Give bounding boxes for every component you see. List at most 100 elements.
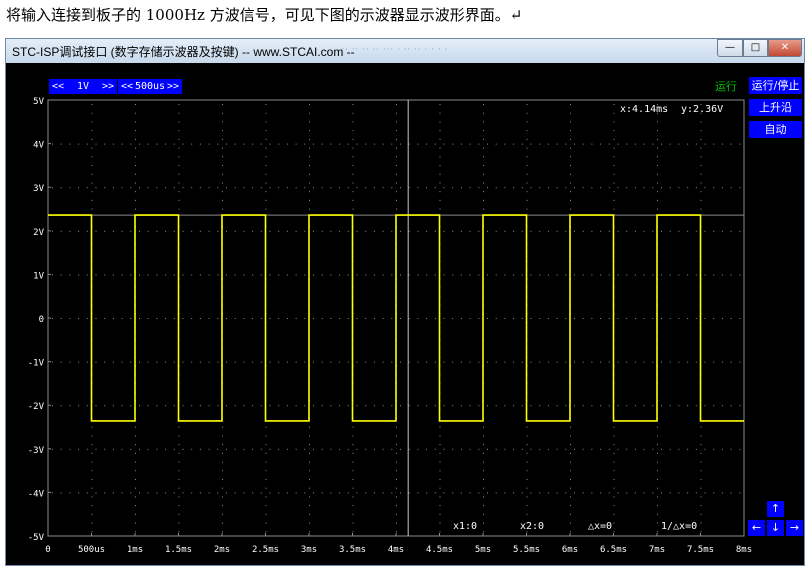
grid-dot xyxy=(222,199,223,201)
grid-dot xyxy=(178,496,180,498)
grid-dot xyxy=(547,361,549,363)
grid-dot xyxy=(452,274,454,276)
grid-dot xyxy=(526,487,528,489)
grid-dot xyxy=(700,487,702,489)
grid-dot xyxy=(178,461,180,463)
grid-dot xyxy=(135,138,136,140)
grid-dot xyxy=(434,361,436,363)
grid-dot xyxy=(570,121,571,123)
grid-dot xyxy=(135,478,136,480)
grid-dot xyxy=(739,230,741,232)
grid-dot xyxy=(643,448,645,450)
grid-dot xyxy=(173,448,175,450)
grid-dot xyxy=(347,274,349,276)
grid-dot xyxy=(165,492,167,494)
grid-dot xyxy=(347,448,349,450)
grid-dot xyxy=(608,448,610,450)
grid-dot xyxy=(700,147,702,149)
grid-dot xyxy=(278,361,280,363)
grid-dot xyxy=(178,199,180,201)
grid-dot xyxy=(217,492,219,494)
grid-dot xyxy=(339,274,341,276)
grid-dot xyxy=(657,138,658,140)
scope-plot[interactable]: 5V 4V 3V 2V 1V 0 -1V -2V -3V -4V -5V 0 500us 1ms 1.5m… xyxy=(0,0,809,567)
x1-readout: x1:0 xyxy=(453,521,477,532)
grid-dot xyxy=(626,492,628,494)
grid-dot xyxy=(613,461,615,463)
grid-dot xyxy=(700,505,702,507)
grid-dot xyxy=(626,230,628,232)
grid-dot xyxy=(382,143,384,145)
grid-dot xyxy=(526,173,528,175)
grid-dot xyxy=(495,230,497,232)
grid-dot xyxy=(530,361,532,363)
grid-dot xyxy=(265,513,267,515)
grid-dot xyxy=(104,187,106,189)
grid-dot xyxy=(643,187,645,189)
grid-dot xyxy=(373,187,375,189)
grid-dot xyxy=(286,448,288,450)
grid-dot xyxy=(269,318,271,319)
grid-dot xyxy=(487,448,488,450)
grid-dot xyxy=(278,274,280,276)
grid-dot xyxy=(574,361,575,363)
grid-dot xyxy=(570,513,571,515)
grid-dot xyxy=(309,199,310,201)
grid-dot xyxy=(352,173,354,175)
grid-dot xyxy=(265,165,267,167)
grid-dot xyxy=(591,405,593,407)
grid-dot xyxy=(313,405,314,407)
grid-dot xyxy=(130,187,132,189)
grid-dot xyxy=(657,130,658,132)
grid-dot xyxy=(547,492,549,494)
grid-dot xyxy=(130,405,132,407)
grid-dot xyxy=(530,274,532,276)
grid-dot xyxy=(95,274,97,276)
grid-dot xyxy=(396,173,397,175)
grid-dot xyxy=(469,405,471,407)
x-tick-label: 5ms xyxy=(475,545,491,555)
grid-dot xyxy=(234,187,236,189)
grid-dot xyxy=(547,274,549,276)
grid-dot xyxy=(265,199,267,201)
grid-dot xyxy=(135,452,136,454)
grid-dot xyxy=(669,361,671,363)
grid-dot xyxy=(69,274,71,276)
grid-dot xyxy=(556,230,558,232)
grid-dot xyxy=(339,492,341,494)
grid-dot xyxy=(582,361,584,363)
grid-dot xyxy=(608,143,610,145)
grid-dot xyxy=(135,182,136,184)
grid-dot xyxy=(617,274,619,276)
x-tick-label: 8ms xyxy=(736,545,752,555)
grid-dot xyxy=(613,165,615,167)
grid-dot xyxy=(95,143,97,145)
grid-dot xyxy=(574,143,575,145)
grid-dot xyxy=(478,361,480,363)
grid-dot xyxy=(657,461,658,463)
grid-dot xyxy=(483,470,484,472)
grid-dot xyxy=(483,505,484,507)
grid-dot xyxy=(286,318,288,319)
grid-dot xyxy=(178,478,180,480)
grid-dot xyxy=(634,187,636,189)
grid-dot xyxy=(526,112,528,114)
grid-dot xyxy=(95,492,97,494)
grid-dot xyxy=(469,492,471,494)
grid-dot xyxy=(439,444,441,446)
grid-dot xyxy=(95,405,97,407)
grid-dot xyxy=(309,461,310,463)
grid-dot xyxy=(483,191,484,193)
grid-dot xyxy=(313,274,314,276)
x-tick-label: 4ms xyxy=(388,545,404,555)
grid-dot xyxy=(222,505,223,507)
grid-dot xyxy=(504,230,506,232)
grid-dot xyxy=(478,187,480,189)
grid-dot xyxy=(487,230,488,232)
grid-dot xyxy=(321,143,323,145)
grid-dot xyxy=(700,173,702,175)
grid-dot xyxy=(391,405,393,407)
x2-readout: x2:0 xyxy=(520,521,544,532)
grid-dot xyxy=(700,478,702,480)
grid-dot xyxy=(452,318,454,319)
